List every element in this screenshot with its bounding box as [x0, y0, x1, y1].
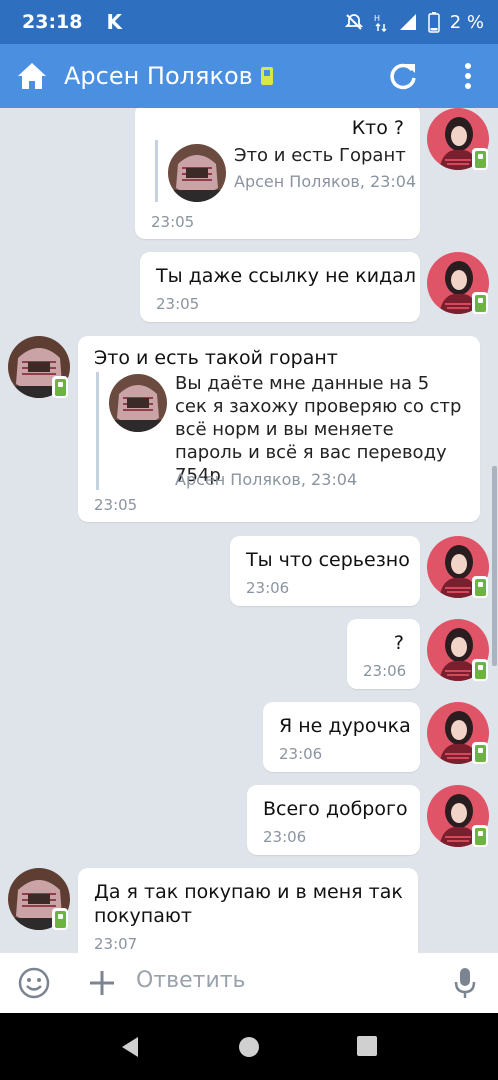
voice-button[interactable]: [450, 965, 480, 1001]
battery-percent: 2 %: [449, 11, 484, 33]
network-icon: H: [374, 14, 387, 32]
mobile-badge-icon: [52, 908, 68, 930]
message-bubble[interactable]: Ты даже ссылку не кидал 23:05: [140, 252, 420, 322]
reply-bar: Ответить: [0, 953, 498, 1013]
message-text: Да я так покупаю и в меня так покупают: [94, 881, 403, 927]
quoted-message[interactable]: Вы даёте мне данные на 5 сек я захожу пр…: [96, 372, 466, 490]
refresh-icon: [390, 63, 416, 90]
message-bubble[interactable]: ? 23:06: [347, 619, 420, 689]
mobile-badge-icon: [52, 376, 68, 398]
message-bubble[interactable]: Это и есть такой горант Вы даёте мне дан…: [78, 336, 480, 522]
attach-button[interactable]: [84, 965, 120, 1001]
message-text: Кто ?: [351, 117, 404, 139]
message-time: 23:06: [246, 579, 290, 597]
message-time: 23:05: [94, 496, 138, 514]
mic-icon: [454, 968, 476, 998]
home-icon: [18, 63, 46, 89]
mobile-badge-icon: [260, 67, 273, 85]
quoted-avatar: [109, 374, 167, 432]
message-time: 23:05: [151, 213, 195, 231]
chat-list[interactable]: Кто ? Это и есть Горант Арсен Поляков, 2…: [0, 108, 498, 953]
message-text: Я не дурочка: [279, 715, 411, 737]
mobile-badge-icon: [472, 148, 488, 170]
plus-icon: [90, 971, 114, 995]
svg-text:H: H: [374, 14, 380, 23]
mobile-badge-icon: [472, 659, 488, 681]
message-time: 23:06: [263, 828, 307, 846]
message-text: Ты что серьезно: [246, 549, 410, 571]
message-bubble[interactable]: Да я так покупаю и в меня так покупают 2…: [78, 868, 418, 953]
message-bubble[interactable]: Ты что серьезно 23:06: [230, 536, 420, 606]
refresh-button[interactable]: [385, 58, 421, 94]
quoted-avatar: [168, 144, 226, 202]
mobile-badge-icon: [472, 742, 488, 764]
home-button[interactable]: [0, 44, 64, 108]
system-nav-bar: [0, 1013, 498, 1080]
battery-icon: [427, 12, 440, 33]
status-bar: 23:18 K H 2 %: [0, 0, 498, 44]
quoted-author-time: Арсен Поляков, 23:04: [234, 172, 417, 191]
emoji-button[interactable]: [16, 965, 52, 1001]
message-time: 23:06: [363, 662, 407, 680]
back-icon[interactable]: [118, 1035, 142, 1059]
mobile-badge-icon: [472, 292, 488, 314]
message-bubble[interactable]: Я не дурочка 23:06: [263, 702, 420, 772]
chat-scrollbar[interactable]: [492, 466, 497, 666]
mobile-badge-icon: [472, 825, 488, 847]
status-time: 23:18: [22, 11, 83, 33]
quoted-message[interactable]: Это и есть Горант Арсен Поляков, 23:04: [155, 140, 416, 202]
message-text: Всего доброго: [263, 798, 408, 820]
mobile-badge-icon: [472, 576, 488, 598]
emoji-icon: [18, 967, 50, 999]
message-text: ?: [393, 632, 404, 654]
message-bubble[interactable]: Всего доброго 23:06: [247, 785, 420, 855]
reply-input[interactable]: Ответить: [136, 968, 246, 993]
more-vert-icon: [465, 63, 471, 89]
message-time: 23:07: [94, 935, 138, 953]
home-circle-icon[interactable]: [237, 1035, 261, 1059]
more-menu-button[interactable]: [450, 58, 486, 94]
quoted-text: Это и есть Горант: [234, 145, 406, 166]
status-icons: H 2 %: [344, 11, 484, 33]
signal-icon: [399, 14, 416, 30]
message-text: Это и есть такой горант: [94, 347, 338, 369]
message-bubble[interactable]: Кто ? Это и есть Горант Арсен Поляков, 2…: [135, 108, 420, 239]
mute-icon: [344, 14, 363, 30]
message-time: 23:05: [156, 295, 200, 313]
app-bar: Арсен Поляков: [0, 44, 498, 108]
recents-icon[interactable]: [356, 1035, 378, 1057]
contact-name: Арсен Поляков: [64, 62, 253, 90]
message-time: 23:06: [279, 745, 323, 763]
quoted-author-time: Арсен Поляков, 23:04: [175, 470, 358, 489]
chat-title[interactable]: Арсен Поляков: [64, 62, 273, 90]
app-notification-icon: K: [106, 10, 122, 34]
message-text: Ты даже ссылку не кидал: [156, 265, 416, 287]
